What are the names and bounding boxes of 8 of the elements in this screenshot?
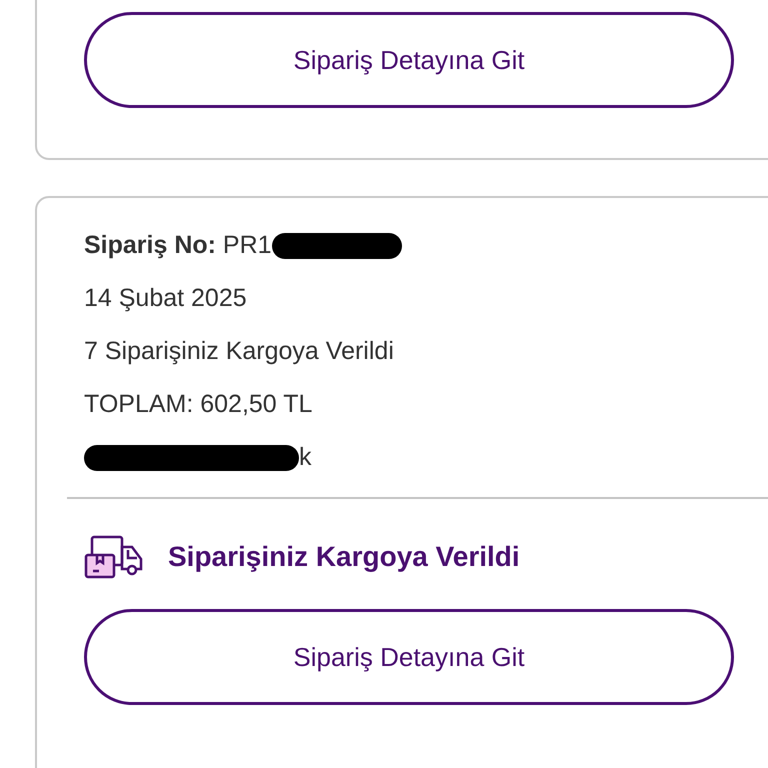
order-info-text: 14 Şubat 2025 (84, 283, 247, 314)
order-info-text: TOPLAM: 602,50 TL (84, 389, 312, 420)
order-info-text: Sipariş No: PR1 (84, 230, 272, 261)
order-status-text: Siparişiniz Kargoya Verildi (168, 540, 520, 574)
order-info-text: 7 Siparişiniz Kargoya Verildi (84, 336, 394, 367)
order-detail-button[interactable]: Sipariş Detayına Git (84, 12, 734, 108)
order-detail-button[interactable]: Sipariş Detayına Git (84, 609, 734, 705)
order-info-text: k (299, 442, 312, 473)
